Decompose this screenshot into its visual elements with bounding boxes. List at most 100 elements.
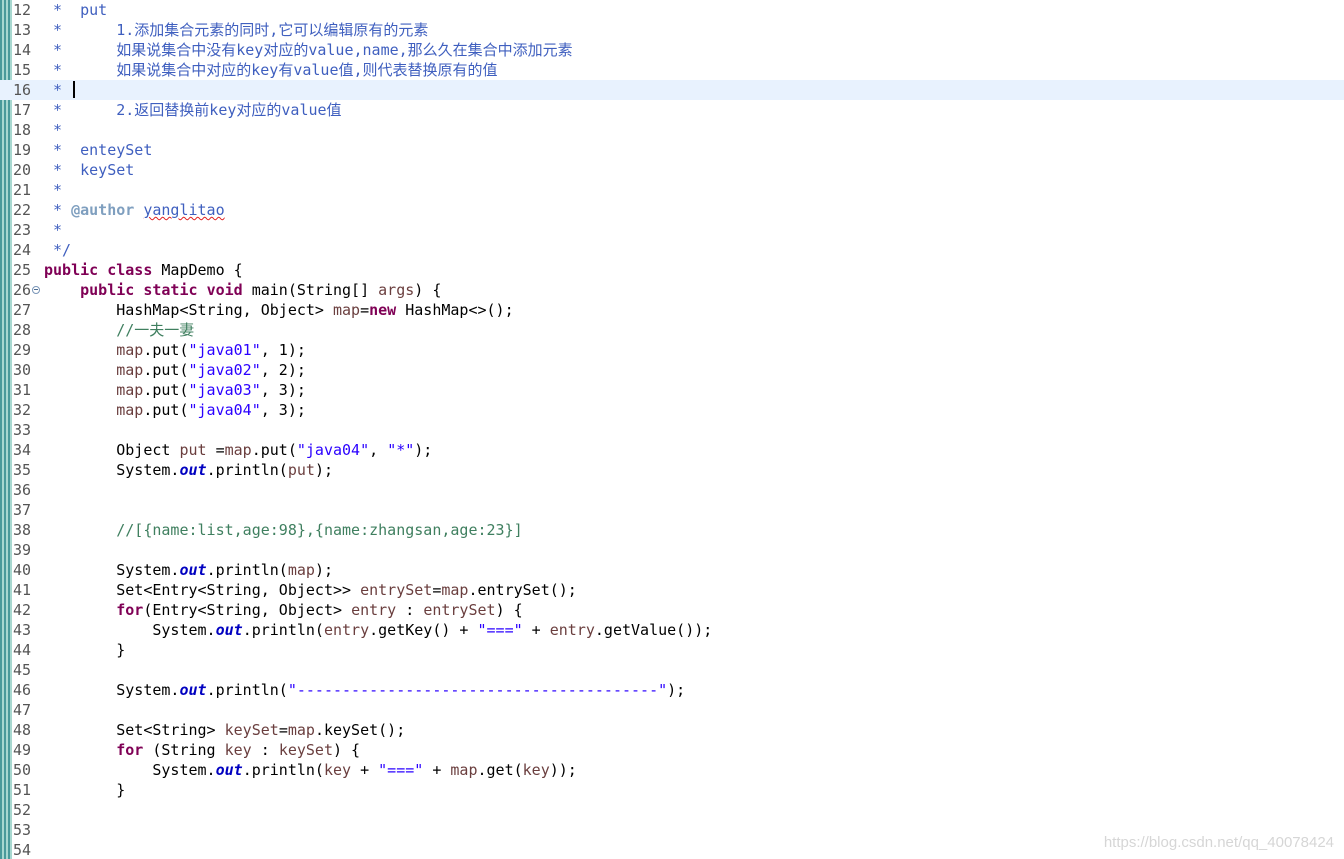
code-token: .getKey() + xyxy=(369,621,478,639)
code-token: + xyxy=(423,761,451,779)
code-token: static xyxy=(143,281,198,299)
line-number: 49 xyxy=(13,741,32,759)
code-line[interactable]: 31 map.put("java03", 3); xyxy=(0,380,1344,400)
code-line[interactable]: 40 System.out.println(map); xyxy=(0,560,1344,580)
code-line[interactable]: 26 public static void main(String[] args… xyxy=(0,280,1344,300)
line-number: 51 xyxy=(13,781,32,799)
line-number: 52 xyxy=(13,801,32,819)
code-token: out xyxy=(215,761,243,779)
code-token: "*" xyxy=(387,441,415,459)
code-line[interactable]: 47 xyxy=(0,700,1344,720)
code-token: entrySet xyxy=(423,601,496,619)
code-line[interactable]: 30 map.put("java02", 2); xyxy=(0,360,1344,380)
code-line[interactable]: 45 xyxy=(0,660,1344,680)
code-token: )); xyxy=(549,761,577,779)
code-token: ) { xyxy=(333,741,361,759)
code-token: * xyxy=(44,121,63,139)
line-number: 35 xyxy=(13,461,32,479)
code-line[interactable]: 24 */ xyxy=(0,240,1344,260)
code-line[interactable]: 19 * enteySet xyxy=(0,140,1344,160)
code-line[interactable]: 49 for (String key : keySet) { xyxy=(0,740,1344,760)
code-line[interactable]: 38 //[{name:list,age:98},{name:zhangsan,… xyxy=(0,520,1344,540)
code-line[interactable]: 51 } xyxy=(0,780,1344,800)
line-number: 42 xyxy=(13,601,32,619)
code-line[interactable]: 23 * xyxy=(0,220,1344,240)
code-line[interactable]: 37 xyxy=(0,500,1344,520)
code-line[interactable]: 13 * 1.添加集合元素的同时,它可以编辑原有的元素 xyxy=(0,20,1344,40)
code-editor[interactable]: 12 * put 13 * 1.添加集合元素的同时,它可以编辑原有的元素 14 * … xyxy=(0,0,1344,859)
code-line[interactable]: 34 Object put =map.put("java04", "*"); xyxy=(0,440,1344,460)
line-number: 44 xyxy=(13,641,32,659)
code-token: "java02" xyxy=(188,361,261,379)
code-line[interactable]: 52 xyxy=(0,800,1344,820)
code-line[interactable]: 12 * put xyxy=(0,0,1344,20)
code-token: * xyxy=(44,201,72,219)
code-token: for xyxy=(116,601,144,619)
code-line[interactable]: 33 xyxy=(0,420,1344,440)
code-token: } xyxy=(44,641,126,659)
code-text: * put xyxy=(44,0,107,20)
code-text: public class MapDemo { xyxy=(44,260,243,280)
line-number: 21 xyxy=(13,181,32,199)
line-number: 48 xyxy=(13,721,32,739)
code-token: + xyxy=(522,621,550,639)
code-token: : xyxy=(396,601,424,619)
code-token: map xyxy=(287,721,315,739)
code-token: map xyxy=(224,441,252,459)
code-line[interactable]: 32 map.put("java04", 3); xyxy=(0,400,1344,420)
code-line[interactable]: 14 * 如果说集合中没有key对应的value,name,那么久在集合中添加元… xyxy=(0,40,1344,60)
code-line[interactable]: 20 * keySet xyxy=(0,160,1344,180)
line-number: 47 xyxy=(13,701,32,719)
code-text: * keySet xyxy=(44,160,134,180)
code-token: args xyxy=(378,281,415,299)
code-token: , 3); xyxy=(260,381,306,399)
fold-collapse-icon[interactable] xyxy=(32,286,40,294)
code-text: Set<String> keySet=map.keySet(); xyxy=(44,720,405,740)
code-token: "===" xyxy=(477,621,523,639)
code-line[interactable]: 27 HashMap<String, Object> map=new HashM… xyxy=(0,300,1344,320)
line-number: 22 xyxy=(13,201,32,219)
line-number: 45 xyxy=(13,661,32,679)
code-token: .println( xyxy=(206,681,288,699)
code-token: out xyxy=(179,461,207,479)
code-token: .put( xyxy=(143,401,189,419)
code-line[interactable]: 16 * xyxy=(0,80,1344,100)
code-line[interactable]: 21 * xyxy=(0,180,1344,200)
code-line[interactable]: 35 System.out.println(put); xyxy=(0,460,1344,480)
code-token: void xyxy=(206,281,243,299)
code-token: key xyxy=(323,761,352,779)
code-token: * 1.添加集合元素的同时,它可以编辑原有的元素 xyxy=(44,21,429,39)
code-line[interactable]: 41 Set<Entry<String, Object>> entrySet=m… xyxy=(0,580,1344,600)
code-line[interactable]: 46 System.out.println("-----------------… xyxy=(0,680,1344,700)
code-line[interactable]: 43 System.out.println(entry.getKey() + "… xyxy=(0,620,1344,640)
code-line[interactable]: 22 * @author yanglitao xyxy=(0,200,1344,220)
code-token: .getValue()); xyxy=(594,621,713,639)
code-line[interactable]: 50 System.out.println(key + "===" + map.… xyxy=(0,760,1344,780)
code-line[interactable]: 42 for(Entry<String, Object> entry : ent… xyxy=(0,600,1344,620)
code-line[interactable]: 39 xyxy=(0,540,1344,560)
line-number: 37 xyxy=(13,501,32,519)
line-number: 36 xyxy=(13,481,32,499)
code-line[interactable]: 25 public class MapDemo { xyxy=(0,260,1344,280)
code-line[interactable]: 17 * 2.返回替换前key对应的value值 xyxy=(0,100,1344,120)
code-text: } xyxy=(44,640,125,660)
code-token: entry xyxy=(351,601,397,619)
code-line[interactable]: 44 } xyxy=(0,640,1344,660)
code-line[interactable]: 18 * xyxy=(0,120,1344,140)
code-line[interactable]: 48 Set<String> keySet=map.keySet(); xyxy=(0,720,1344,740)
code-line[interactable]: 36 xyxy=(0,480,1344,500)
code-token: + xyxy=(351,761,379,779)
code-token: map xyxy=(116,381,144,399)
code-line[interactable]: 28 //一夫一妻 xyxy=(0,320,1344,340)
code-token: = xyxy=(278,721,288,739)
code-line[interactable]: 29 map.put("java01", 1); xyxy=(0,340,1344,360)
code-line[interactable]: 15 * 如果说集合中对应的key有value值,则代表替换原有的值 xyxy=(0,60,1344,80)
line-number: 40 xyxy=(13,561,32,579)
code-text: map.put("java04", 3); xyxy=(44,400,306,420)
code-token: , 1); xyxy=(260,341,306,359)
